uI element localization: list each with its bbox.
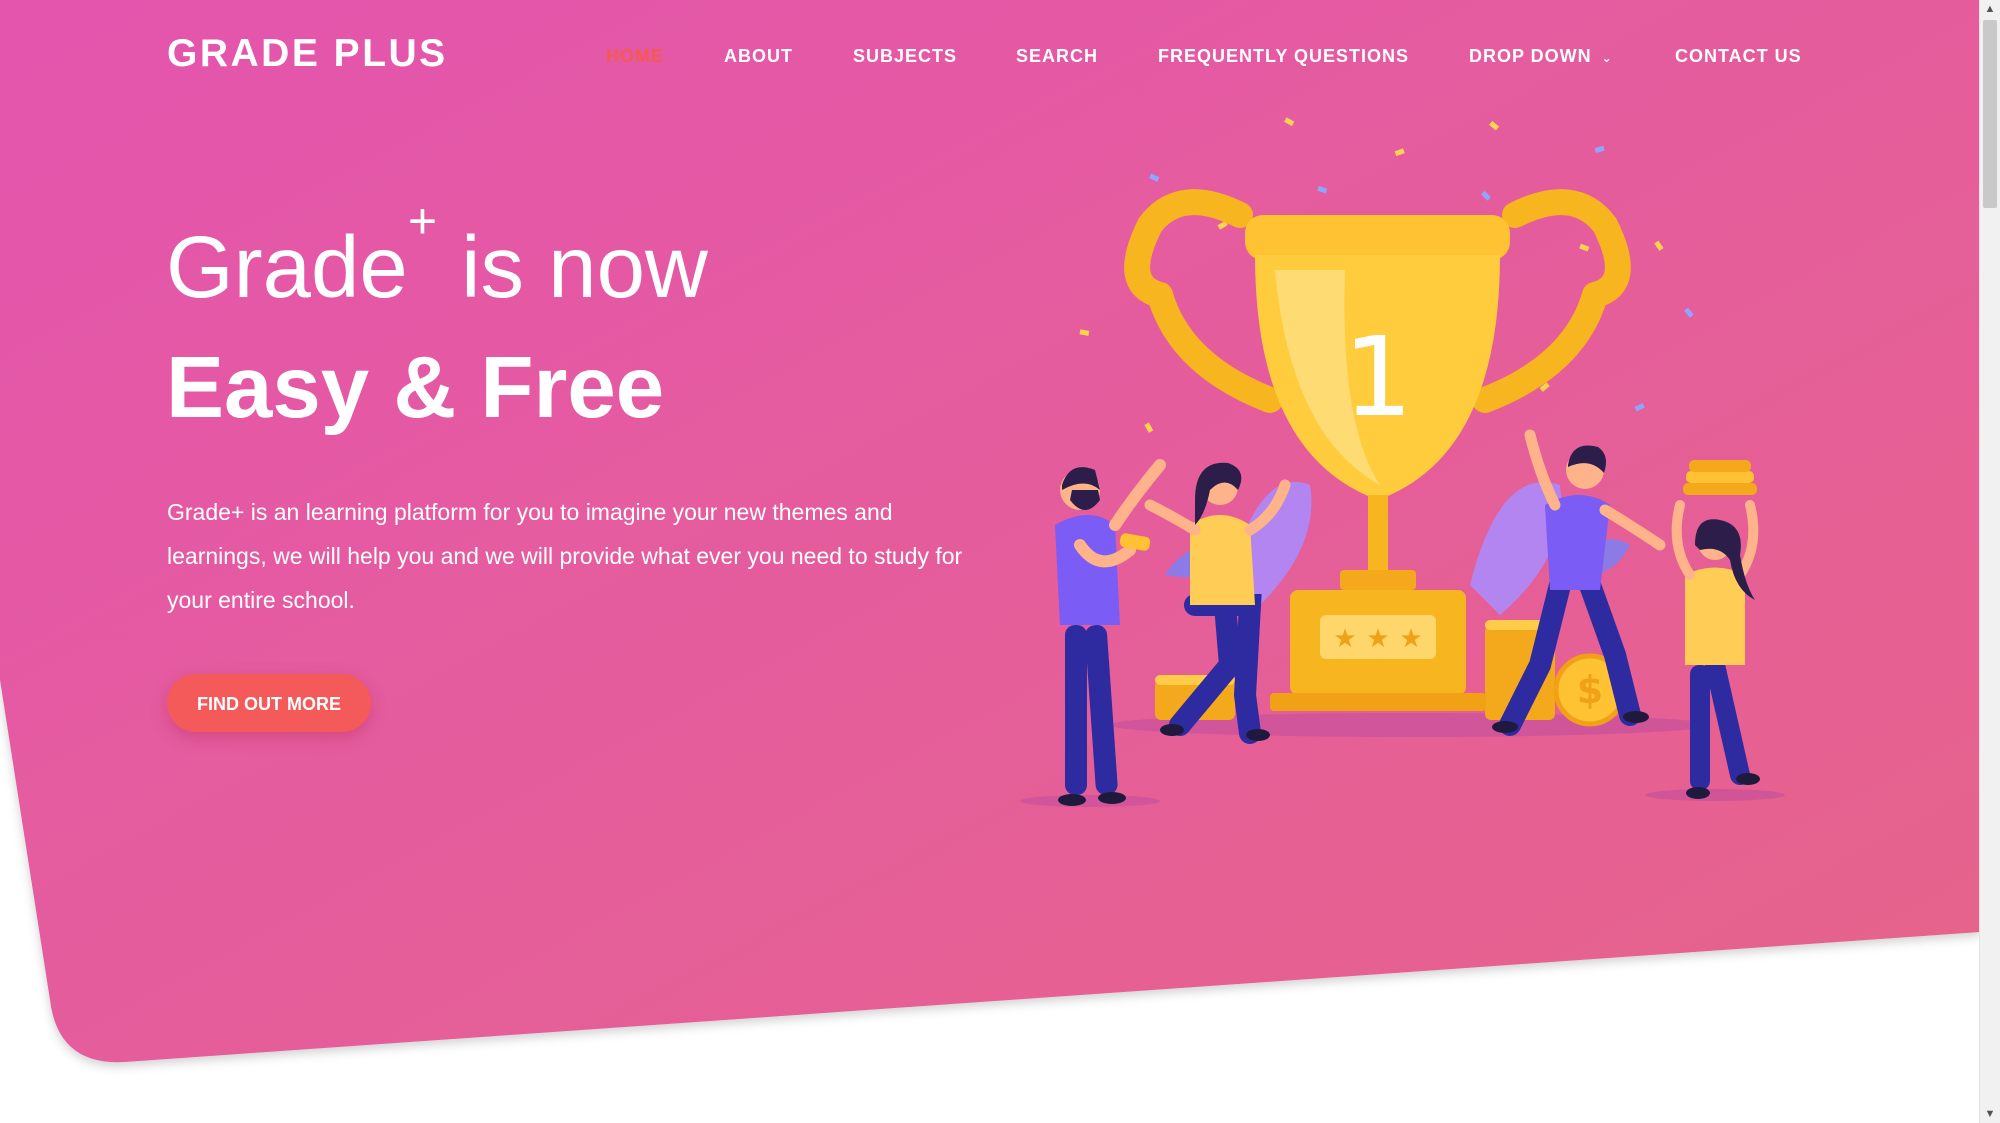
hero-title-word: Grade (166, 219, 408, 316)
scroll-thumb[interactable] (1983, 20, 1997, 208)
hero-title-rest: is now (437, 219, 708, 316)
hero-title: Grade+ is now (166, 196, 708, 318)
hero-description: Grade+ is an learning platform for you t… (167, 499, 963, 613)
nav-drop-down-label: DROP DOWN (1469, 46, 1592, 66)
nav-about[interactable]: ABOUT (724, 44, 793, 68)
person-woman-right (1671, 460, 1760, 799)
nav-subjects[interactable]: SUBJECTS (853, 44, 957, 68)
hero-title-bold: Easy & Free (166, 339, 665, 436)
nav-search[interactable]: SEARCH (1016, 44, 1098, 68)
nav-drop-down[interactable]: DROP DOWN ⌄ (1469, 44, 1613, 70)
scroll-down-icon[interactable]: ▼ (1980, 1105, 2000, 1123)
svg-text:★: ★ (1399, 624, 1422, 654)
hero-title-plus: + (407, 193, 438, 249)
nav-frequently-questions[interactable]: FREQUENTLY QUESTIONS (1158, 44, 1409, 68)
nav-home[interactable]: HOME (606, 44, 664, 68)
svg-text:$: $ (1577, 668, 1603, 712)
trophy-celebration-illustration: $ ★ ★ ★ 1 (1020, 117, 1785, 807)
scroll-up-icon[interactable]: ▲ (1980, 0, 2000, 18)
trophy-number: 1 (1343, 313, 1413, 441)
main-nav: HOME ABOUT SUBJECTS SEARCH FREQUENTLY QU… (0, 44, 1960, 68)
svg-text:★: ★ (1366, 624, 1389, 654)
find-out-more-button[interactable]: FIND OUT MORE (167, 674, 371, 732)
page-scrollbar[interactable]: ▲ ▼ (1979, 0, 2000, 1123)
chevron-down-icon: ⌄ (1601, 51, 1613, 65)
person-man-left (1055, 459, 1166, 806)
nav-contact-us[interactable]: CONTACT US (1675, 44, 1802, 68)
svg-text:★: ★ (1333, 624, 1356, 654)
